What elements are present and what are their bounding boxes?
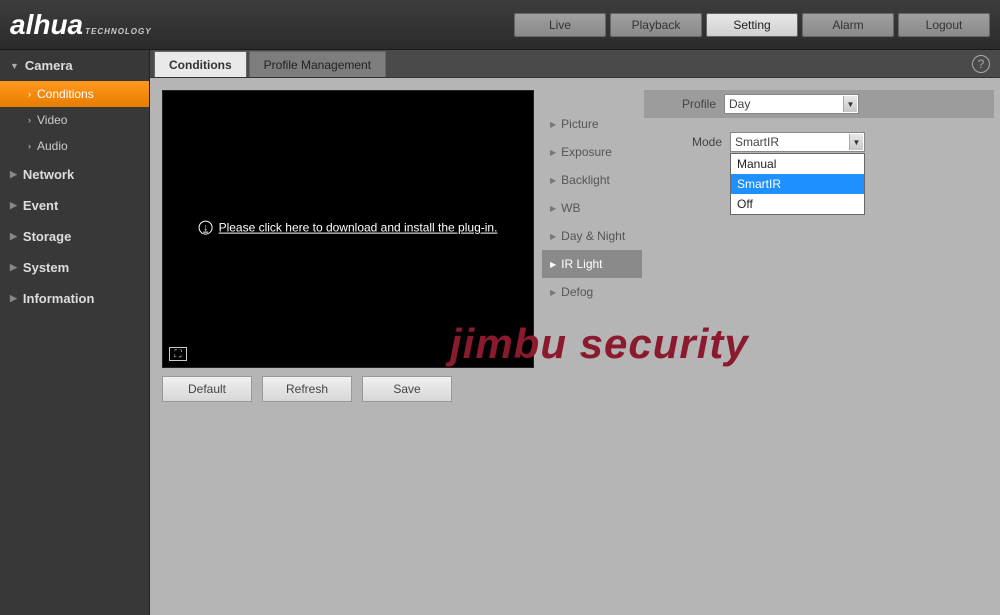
chevron-right-icon: ›: [28, 89, 31, 99]
chevron-right-icon: ▶: [550, 260, 556, 269]
tab-setting[interactable]: Setting: [706, 13, 798, 37]
tab-logout[interactable]: Logout: [898, 13, 990, 37]
setting-label: Backlight: [561, 173, 610, 187]
sidebar-group-event[interactable]: ▶ Event: [0, 190, 149, 221]
sidebar-label: Camera: [25, 58, 73, 73]
save-button[interactable]: Save: [362, 376, 452, 402]
content: ↓ Please click here to download and inst…: [150, 78, 1000, 615]
video-preview: ↓ Please click here to download and inst…: [162, 90, 534, 368]
chevron-right-icon: ▶: [10, 231, 17, 242]
brand-sub: TECHNOLOGY: [85, 27, 151, 36]
profile-row: Profile Day ▼: [644, 90, 994, 118]
sub-tabs: Conditions Profile Management ?: [150, 50, 1000, 78]
sidebar-label: Information: [23, 291, 95, 306]
sidebar-label: Network: [23, 167, 74, 182]
chevron-right-icon: ▶: [10, 293, 17, 304]
sidebar-item-video[interactable]: › Video: [0, 107, 149, 133]
left-column: ↓ Please click here to download and inst…: [162, 90, 534, 603]
setting-defog[interactable]: ▶ Defog: [542, 278, 642, 306]
tab-alarm[interactable]: Alarm: [802, 13, 894, 37]
refresh-button[interactable]: Refresh: [262, 376, 352, 402]
chevron-right-icon: ▶: [10, 169, 17, 180]
mode-select[interactable]: SmartIR ▼: [730, 132, 865, 152]
setting-label: Picture: [561, 117, 598, 131]
mode-option-manual[interactable]: Manual: [731, 154, 864, 174]
mode-row: Mode SmartIR ▼: [650, 132, 988, 152]
setting-wb[interactable]: ▶ WB: [542, 194, 642, 222]
profile-select[interactable]: Day ▼: [724, 94, 859, 114]
chevron-right-icon: ▶: [550, 120, 556, 129]
setting-picture[interactable]: ▶ Picture: [542, 110, 642, 138]
chevron-down-icon: ▼: [849, 134, 863, 150]
sidebar-label: Event: [23, 198, 58, 213]
download-icon: ↓: [199, 221, 213, 235]
settings-form: Profile Day ▼ Mode SmartIR ▼ Manual Smar…: [650, 90, 988, 603]
setting-label: WB: [561, 201, 580, 215]
setting-label: Exposure: [561, 145, 612, 159]
mode-value: SmartIR: [735, 135, 779, 149]
header: alhua TECHNOLOGY Live Playback Setting A…: [0, 0, 1000, 50]
setting-label: IR Light: [561, 257, 602, 271]
mode-option-smartir[interactable]: SmartIR: [731, 174, 864, 194]
sidebar-group-system[interactable]: ▶ System: [0, 252, 149, 283]
sidebar-group-camera[interactable]: ▼ Camera: [0, 50, 149, 81]
tab-live[interactable]: Live: [514, 13, 606, 37]
brand-name: alhua: [10, 9, 83, 41]
sub-tab-profile-mgmt[interactable]: Profile Management: [249, 51, 386, 77]
chevron-right-icon: ▶: [550, 232, 556, 241]
sidebar-item-label: Video: [37, 113, 67, 127]
sidebar-item-conditions[interactable]: › Conditions: [0, 81, 149, 107]
profile-value: Day: [729, 97, 750, 111]
settings-nav: ▶ Picture ▶ Exposure ▶ Backlight ▶ WB ▶ Day &…: [542, 90, 642, 603]
sidebar-group-storage[interactable]: ▶ Storage: [0, 221, 149, 252]
brand-logo: alhua TECHNOLOGY: [10, 9, 152, 41]
chevron-down-icon: ▼: [843, 96, 857, 112]
setting-daynight[interactable]: ▶ Day & Night: [542, 222, 642, 250]
button-row: Default Refresh Save: [162, 376, 534, 402]
sidebar-group-information[interactable]: ▶ Information: [0, 283, 149, 314]
mode-dropdown: Manual SmartIR Off: [730, 153, 865, 215]
main: Conditions Profile Management ? ↓ Please…: [150, 50, 1000, 615]
setting-irlight[interactable]: ▶ IR Light: [542, 250, 642, 278]
sidebar-label: System: [23, 260, 69, 275]
setting-label: Day & Night: [561, 229, 625, 243]
chevron-down-icon: ▼: [10, 61, 19, 71]
plugin-msg-text: Please click here to download and instal…: [219, 221, 498, 235]
chevron-right-icon: ▶: [10, 200, 17, 211]
sidebar-item-audio[interactable]: › Audio: [0, 133, 149, 159]
chevron-right-icon: ›: [28, 141, 31, 151]
chevron-right-icon: ›: [28, 115, 31, 125]
plugin-download-link[interactable]: ↓ Please click here to download and inst…: [199, 221, 498, 235]
sidebar: ▼ Camera › Conditions › Video › Audio ▶ …: [0, 50, 150, 615]
fullscreen-icon[interactable]: ⛶: [169, 347, 187, 361]
chevron-right-icon: ▶: [10, 262, 17, 273]
top-tabs: Live Playback Setting Alarm Logout: [514, 13, 990, 37]
setting-label: Defog: [561, 285, 593, 299]
chevron-right-icon: ▶: [550, 288, 556, 297]
help-icon[interactable]: ?: [972, 55, 990, 73]
chevron-right-icon: ▶: [550, 204, 556, 213]
default-button[interactable]: Default: [162, 376, 252, 402]
mode-option-off[interactable]: Off: [731, 194, 864, 214]
sidebar-group-network[interactable]: ▶ Network: [0, 159, 149, 190]
mode-label: Mode: [650, 135, 730, 149]
setting-exposure[interactable]: ▶ Exposure: [542, 138, 642, 166]
chevron-right-icon: ▶: [550, 176, 556, 185]
chevron-right-icon: ▶: [550, 148, 556, 157]
profile-label: Profile: [644, 97, 724, 111]
tab-playback[interactable]: Playback: [610, 13, 702, 37]
sub-tab-conditions[interactable]: Conditions: [154, 51, 247, 77]
sidebar-label: Storage: [23, 229, 71, 244]
sidebar-item-label: Conditions: [37, 87, 94, 101]
setting-backlight[interactable]: ▶ Backlight: [542, 166, 642, 194]
sidebar-item-label: Audio: [37, 139, 68, 153]
